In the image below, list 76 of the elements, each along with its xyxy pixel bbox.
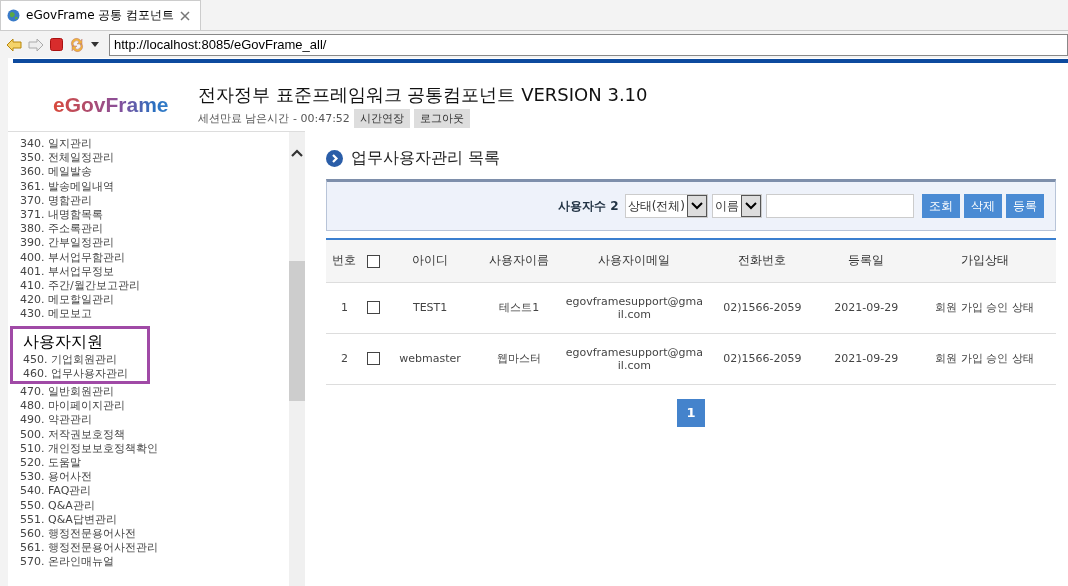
menu-item[interactable]: 430. 메모보고 [20,307,289,322]
user-count: 사용자수 2 [558,197,619,215]
session-button[interactable]: 시간연장 [353,109,410,128]
table-cell: egovframesupport@gmail.com [563,333,706,384]
table-cell: 회원 가입 승인 상태 [913,282,1056,333]
column-header: 아이디 [384,239,476,282]
menu-item[interactable]: 400. 부서업무함관리 [20,250,289,265]
session-timer: 세션만료 남은시간 - 00:47:52 [198,111,350,126]
page-title: 전자정부 표준프레임워크 공통컴포넌트 VERSION 3.10 [198,83,648,107]
row-checkbox[interactable] [367,352,381,366]
scrollbar[interactable] [289,132,305,586]
session-button[interactable]: 로그아웃 [413,109,470,128]
menu-item[interactable]: 570. 온라인매뉴얼 [20,555,289,570]
table-cell: 1 [326,282,363,333]
action-button[interactable]: 삭제 [964,194,1002,218]
menu-item[interactable]: 550. Q&A관리 [20,498,289,513]
stop-icon[interactable] [50,38,63,51]
table-cell: 2021-09-29 [819,333,914,384]
menu-item[interactable]: 371. 내명함목록 [20,208,289,223]
menu-item[interactable]: 361. 발송메일내역 [20,179,289,194]
browser-tab[interactable]: eGovFrame 공통 컴포넌트 [0,0,202,30]
action-button[interactable]: 조회 [922,194,960,218]
chevron-icon [326,150,343,167]
menu-item[interactable]: 370. 명함관리 [20,193,289,208]
back-icon[interactable] [6,37,22,52]
menu-item[interactable]: 560. 행정전문용어사전 [20,527,289,542]
status-select[interactable]: 상태(전체) [624,194,708,218]
table-cell: 02)1566-2059 [705,333,820,384]
column-header: 등록일 [819,239,914,282]
menu-item[interactable]: 350. 전체일정관리 [20,151,289,166]
menu-item[interactable]: 390. 간부일정관리 [20,236,289,251]
scroll-up-icon[interactable] [291,149,303,157]
menu-item[interactable]: 551. Q&A답변관리 [20,512,289,528]
row-checkbox[interactable] [367,301,381,315]
table-cell: 테스트1 [475,282,564,333]
menu-item[interactable]: 530. 용어사전 [20,470,289,485]
menu-item[interactable]: 460. 업무사용자관리 [23,366,147,382]
column-header: 사용자이메일 [563,239,706,282]
menu-item[interactable]: 420. 메모할일관리 [20,293,289,308]
menu-item[interactable]: 380. 주소록관리 [20,222,289,237]
globe-icon [7,9,20,22]
menu-item[interactable]: 410. 주간/월간보고관리 [20,279,289,294]
table-cell: 2 [326,333,363,384]
menu-item[interactable]: 561. 행정전문용어사전관리 [20,541,289,556]
table-cell: 02)1566-2059 [705,282,820,333]
table-cell: 회원 가입 승인 상태 [913,333,1056,384]
menu-item[interactable]: 510. 개인정보보호정책확인 [20,441,289,457]
section-title: 업무사용자관리 목록 [351,148,501,169]
menu-item[interactable]: 490. 약관관리 [20,413,289,428]
table-cell: TEST1 [384,282,476,333]
caret-icon[interactable] [91,42,99,47]
column-header: 가입상태 [913,239,1056,282]
menu-item[interactable]: 540. FAQ관리 [20,484,289,499]
column-header: 사용자이름 [475,239,564,282]
action-button[interactable]: 등록 [1006,194,1044,218]
menu-item[interactable]: 360. 메일발송 [20,165,289,180]
close-icon[interactable] [180,10,191,21]
url-field[interactable]: http://localhost:8085/eGovFrame_all/ [109,33,1068,56]
column-header: 전화번호 [705,239,820,282]
menu-item[interactable]: 520. 도움말 [20,456,289,471]
menu-section-title: 사용자지원 [23,330,104,353]
menu-item[interactable]: 340. 일지관리 [20,137,289,152]
menu-item[interactable]: 401. 부서업무정보 [20,264,289,280]
search-field[interactable] [766,194,914,218]
select-all-checkbox[interactable] [367,254,381,268]
menu-item[interactable]: 500. 저작권보호정책 [20,427,289,442]
menu-item[interactable]: 450. 기업회원관리 [23,352,147,367]
table-cell: 웹마스터 [475,333,564,384]
table-cell: 2021-09-29 [819,282,914,333]
menu-item[interactable]: 480. 마이페이지관리 [20,399,289,414]
column-header: 번호 [326,239,363,282]
table-cell: egovframesupport@gmail.com [563,282,706,333]
menu-item[interactable]: 470. 일반회원관리 [20,385,289,400]
table-cell: webmaster [384,333,476,384]
field-select[interactable]: 이름 [712,194,762,218]
page-button[interactable]: 1 [677,398,705,427]
